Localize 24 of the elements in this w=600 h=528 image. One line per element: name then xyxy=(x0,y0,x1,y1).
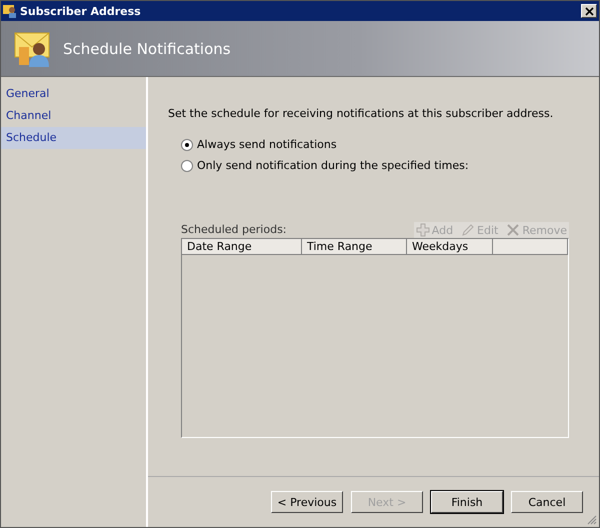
user-icon xyxy=(3,4,17,18)
radio-button[interactable] xyxy=(181,160,193,172)
wizard-button[interactable]: Finish xyxy=(431,491,503,513)
option-label[interactable]: Only send notification during the specified times: xyxy=(197,159,469,172)
wizard-button[interactable]: < Previous xyxy=(271,491,343,513)
periods-list[interactable]: Date Range Time Range Weekdays xyxy=(181,238,569,438)
column-header[interactable]: Time Range xyxy=(302,239,407,255)
window-title: Subscriber Address xyxy=(20,4,142,18)
radio-button[interactable] xyxy=(181,138,193,150)
close-icon xyxy=(584,6,594,16)
pencil-icon xyxy=(461,223,476,237)
sidebar-item[interactable]: Schedule xyxy=(1,127,146,149)
resize-grip-icon xyxy=(587,515,597,525)
wizard-button[interactable]: Cancel xyxy=(511,491,583,513)
sidebar-item[interactable]: General xyxy=(1,83,146,105)
x-icon xyxy=(506,223,520,237)
close-button[interactable] xyxy=(581,4,597,18)
intro-text: Set the schedule for receiving notifications at this subscriber address. xyxy=(168,107,554,120)
option-label[interactable]: Always send notifications xyxy=(197,138,337,151)
column-header[interactable]: Weekdays xyxy=(407,239,493,255)
sidebar-item[interactable]: Channel xyxy=(1,105,146,127)
page-title: Schedule Notifications xyxy=(63,40,231,58)
periods-label: Scheduled periods: xyxy=(181,223,287,238)
column-header[interactable]: Date Range xyxy=(182,239,302,255)
